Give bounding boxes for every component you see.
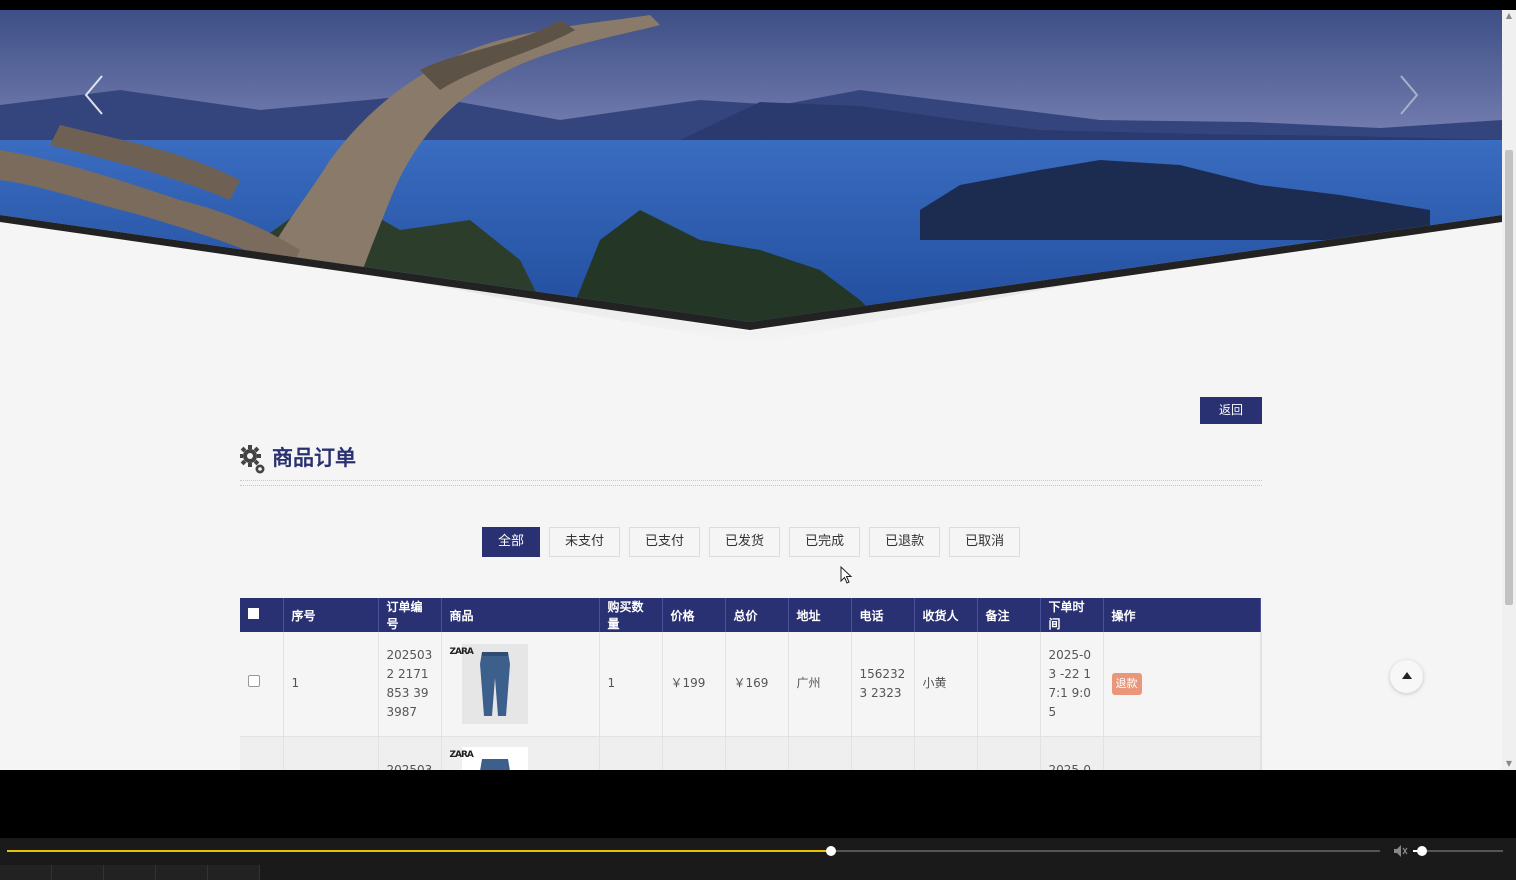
bottom-bar-segment: [104, 865, 156, 880]
order-status-filters: 全部 未支付 已支付 已发货 已完成 已退款 已取消: [482, 527, 1021, 557]
cell-note: [977, 632, 1041, 737]
cell-action: 退款: [1103, 632, 1261, 737]
page-title: 商品订单: [272, 446, 356, 470]
filter-paid[interactable]: 已支付: [629, 527, 701, 557]
cell-quantity: 1: [599, 632, 663, 737]
section-header: 商品订单: [240, 440, 1262, 490]
video-player-controls: [0, 838, 1516, 880]
col-header-note: 备注: [977, 598, 1041, 632]
product-thumbnail[interactable]: ZARA: [450, 746, 528, 770]
cell-time: 2025-03 -22 17:1 9:05: [1040, 632, 1104, 737]
table-row: 1 2025032 2171853 393987 ZARA 1 ￥199 ￥16…: [240, 632, 1262, 737]
bottom-bar-segment: [52, 865, 104, 880]
carousel-prev-arrow[interactable]: [80, 70, 110, 120]
cell-address: [788, 736, 852, 770]
refund-button[interactable]: 退款: [1111, 672, 1142, 695]
cell-price: [662, 736, 726, 770]
filter-cancelled[interactable]: 已取消: [949, 527, 1021, 557]
cell-address: 广州: [788, 632, 852, 737]
col-header-action: 操作: [1103, 598, 1261, 632]
volume-slider-handle[interactable]: [1417, 846, 1427, 856]
col-header-time: 下单时间: [1040, 598, 1104, 632]
cell-time: 2025-03: [1040, 736, 1104, 770]
filter-unpaid[interactable]: 未支付: [549, 527, 621, 557]
cell-price: ￥199: [662, 632, 726, 737]
product-thumbnail[interactable]: ZARA: [450, 643, 528, 724]
cell-quantity: [599, 736, 663, 770]
col-header-phone: 电话: [851, 598, 915, 632]
product-brand: ZARA: [449, 646, 474, 657]
cell-total: ￥169: [725, 632, 789, 737]
cell-product: ZARA: [441, 632, 600, 737]
bottom-bar-segment: [208, 865, 260, 880]
cell-phone: 1562323 2323: [851, 632, 915, 737]
seek-bar[interactable]: [7, 846, 1380, 856]
cell-note: [977, 736, 1041, 770]
bottom-bar-segment: [156, 865, 208, 880]
seek-bar-progress: [7, 850, 831, 852]
gear-icon: [240, 445, 265, 474]
carousel-next-arrow[interactable]: [1393, 70, 1423, 120]
web-viewport: 返回 商品订单 全部 未支付 已支付 已发货 已完成 已退款 已取消 序号 订单…: [0, 10, 1502, 770]
select-all-checkbox[interactable]: [248, 608, 259, 619]
col-header-price: 价格: [662, 598, 726, 632]
cell-receiver: [914, 736, 978, 770]
scroll-down-arrow-icon[interactable]: ▼: [1502, 758, 1516, 770]
hero-banner: [0, 10, 1502, 345]
filter-refunded[interactable]: 已退款: [869, 527, 941, 557]
back-button[interactable]: 返回: [1200, 397, 1262, 424]
row-checkbox[interactable]: [248, 675, 260, 688]
volume-icon[interactable]: [1393, 844, 1409, 858]
col-header-address: 地址: [788, 598, 852, 632]
col-header-total: 总价: [725, 598, 789, 632]
cell-receiver: 小黄: [914, 632, 978, 737]
arrow-up-icon: [1401, 672, 1412, 679]
cell-index: [283, 736, 379, 770]
filter-shipped[interactable]: 已发货: [709, 527, 781, 557]
col-header-quantity: 购买数量: [599, 598, 663, 632]
cell-product: ZARA: [441, 736, 600, 770]
cell-phone: [851, 736, 915, 770]
back-to-top-button[interactable]: [1390, 660, 1423, 693]
product-brand: ZARA: [449, 749, 474, 760]
col-header-order-no: 订单编号: [378, 598, 442, 632]
cell-order-no: 2025032 2171853 393987: [378, 632, 442, 737]
table-header-row: 序号 订单编号 商品 购买数量 价格 总价 地址 电话 收货人 备注 下单时间 …: [240, 598, 1262, 632]
filter-completed[interactable]: 已完成: [789, 527, 861, 557]
cell-order-no: 2025032: [378, 736, 442, 770]
cell-action: [1103, 736, 1261, 770]
col-header-index: 序号: [283, 598, 379, 632]
cell-index: 1: [283, 632, 379, 737]
orders-table: 序号 订单编号 商品 购买数量 价格 总价 地址 电话 收货人 备注 下单时间 …: [240, 598, 1262, 770]
cell-total: [725, 736, 789, 770]
select-all-header: [240, 598, 284, 632]
seek-bar-handle[interactable]: [825, 846, 836, 856]
table-row: 2025032 ZARA 2025-03: [240, 736, 1262, 770]
scrollbar-thumb[interactable]: [1505, 150, 1513, 605]
col-header-product: 商品: [441, 598, 600, 632]
volume-slider[interactable]: [1413, 846, 1503, 856]
scroll-up-arrow-icon[interactable]: ▲: [1502, 10, 1516, 22]
filter-all[interactable]: 全部: [482, 527, 541, 557]
title-divider: [240, 480, 1262, 486]
col-header-receiver: 收货人: [914, 598, 978, 632]
bottom-bar-segment: [0, 865, 52, 880]
page-scrollbar[interactable]: ▲ ▼: [1502, 10, 1516, 770]
mouse-cursor-icon: [840, 566, 853, 584]
banner-image: [0, 10, 1502, 345]
player-bottom-bar: [0, 865, 1516, 880]
